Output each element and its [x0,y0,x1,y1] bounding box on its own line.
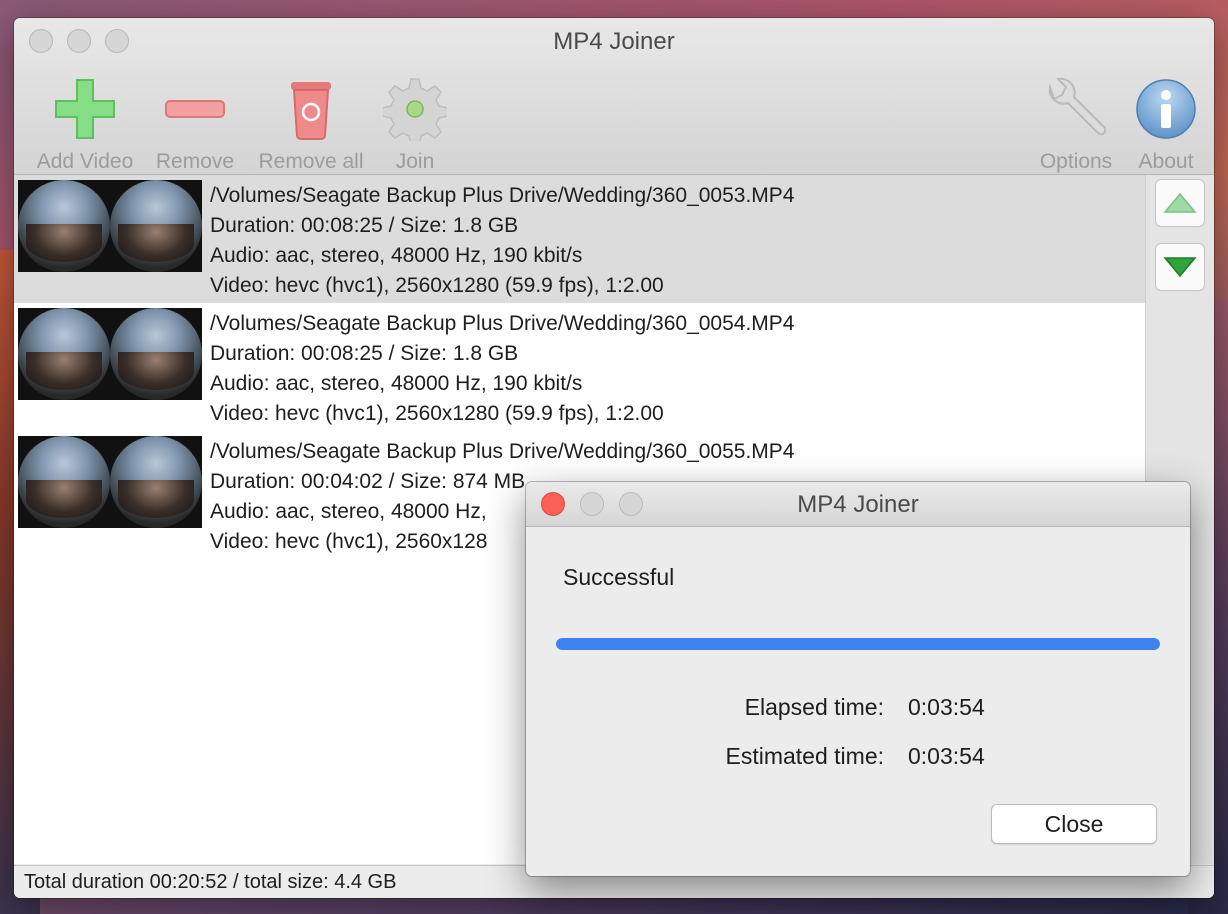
file-video: Video: hevc (hvc1), 2560x1280 (59.9 fps)… [210,402,664,425]
progress-bar [556,638,1160,650]
arrow-down-icon [1163,257,1197,278]
options-button[interactable]: Options [1034,70,1118,174]
list-item[interactable]: /Volumes/Seagate Backup Plus Drive/Weddi… [14,175,1145,303]
dialog-title: MP4 Joiner [797,491,919,518]
video-thumbnail [18,180,202,272]
file-path: /Volumes/Seagate Backup Plus Drive/Weddi… [210,184,795,207]
add-video-label: Add Video [36,150,134,173]
wrench-icon [1034,70,1118,148]
file-duration: Duration: 00:08:25 / Size: 1.8 GB [210,214,519,237]
join-button[interactable]: Join [382,70,448,174]
progress-fill [556,638,1160,650]
arrow-up-icon [1163,192,1197,213]
file-audio: Audio: aac, stereo, 48000 Hz, 190 kbit/s [210,244,583,267]
trash-icon [252,70,370,148]
dialog-status-text: Successful [563,564,675,590]
elapsed-label: Elapsed time: [744,694,884,720]
file-path: /Volumes/Seagate Backup Plus Drive/Weddi… [210,440,795,463]
title-toolbar: MP4 Joiner Add Video Remove Remove all J… [14,18,1214,175]
file-path: /Volumes/Seagate Backup Plus Drive/Weddi… [210,312,795,335]
options-label: Options [1039,150,1113,173]
about-button[interactable]: About [1132,70,1200,174]
plus-icon [30,70,140,148]
add-video-button[interactable]: Add Video [30,70,140,174]
elapsed-value: 0:03:54 [908,694,985,720]
window-title: MP4 Joiner [553,28,675,55]
video-thumbnail [18,308,202,400]
progress-dialog: MP4 Joiner Successful Elapsed time: 0:03… [526,482,1190,876]
close-button[interactable]: Close [991,804,1157,844]
video-thumbnail [18,436,202,528]
list-item[interactable]: /Volumes/Seagate Backup Plus Drive/Weddi… [14,303,1145,431]
info-icon [1132,70,1200,148]
remove-all-label: Remove all [258,150,364,173]
dialog-titlebar: MP4 Joiner [526,482,1190,527]
move-up-button[interactable] [1155,179,1205,227]
move-down-button[interactable] [1155,243,1205,291]
minus-icon [152,70,238,148]
estimated-value: 0:03:54 [908,743,985,769]
remove-all-button[interactable]: Remove all [252,70,370,174]
file-video: Video: hevc (hvc1), 2560x1280 (59.9 fps)… [210,274,664,297]
estimated-label: Estimated time: [725,743,885,769]
file-audio: Audio: aac, stereo, 48000 Hz, 190 kbit/s [210,372,583,395]
gear-icon [382,70,448,148]
remove-button[interactable]: Remove [152,70,238,174]
about-label: About [1138,150,1194,173]
file-duration: Duration: 00:08:25 / Size: 1.8 GB [210,342,519,365]
join-label: Join [395,150,435,173]
remove-label: Remove [155,150,235,173]
